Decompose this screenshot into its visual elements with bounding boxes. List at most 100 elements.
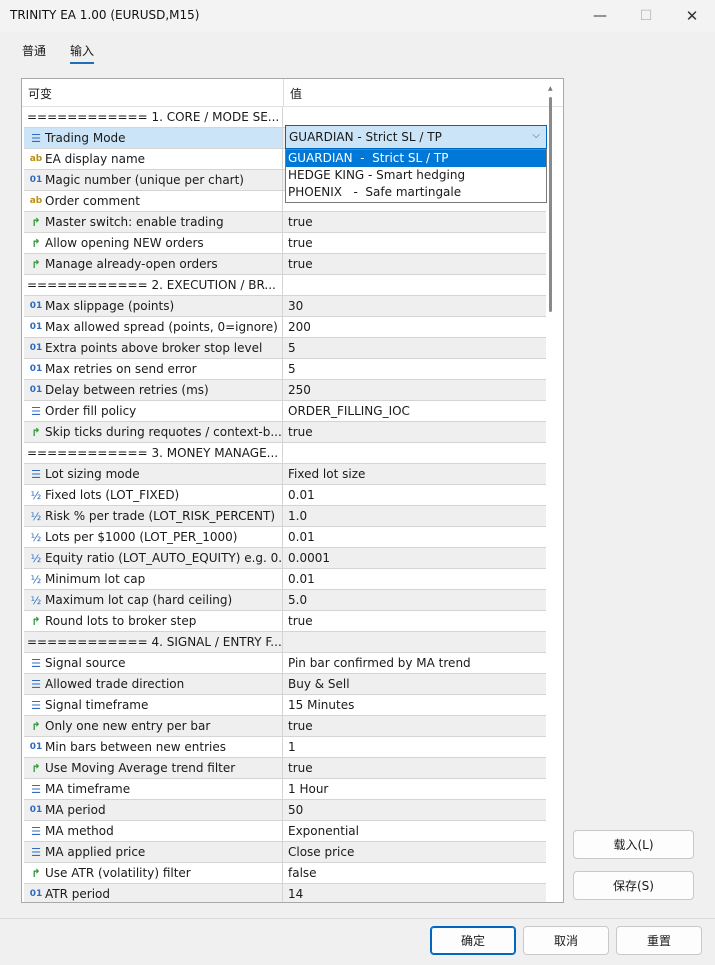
tab-inputs[interactable]: 输入 (70, 42, 95, 64)
parameter-row[interactable]: ☰ MA applied price Close price (24, 842, 546, 863)
parameter-row[interactable]: ☰ Signal timeframe 15 Minutes (24, 695, 546, 716)
close-icon[interactable]: ✕ (669, 0, 715, 32)
parameter-value[interactable]: true (284, 233, 546, 253)
parameter-row[interactable]: ½ Lots per $1000 (LOT_PER_1000) 0.01 (24, 527, 546, 548)
cancel-button[interactable]: 取消 (523, 926, 609, 955)
parameter-value[interactable]: 5.0 (284, 590, 546, 610)
parameter-row[interactable]: ☰ MA method Exponential (24, 821, 546, 842)
tab-general[interactable]: 普通 (22, 42, 46, 64)
parameter-value[interactable]: ORDER_FILLING_IOC (284, 401, 546, 421)
parameter-value[interactable]: 200 (284, 317, 546, 337)
parameter-value[interactable]: 0.01 (284, 527, 546, 547)
load-button[interactable]: 载入(L) (573, 830, 694, 859)
parameter-row[interactable]: 01 Max retries on send error 5 (24, 359, 546, 380)
parameter-value (284, 275, 546, 295)
parameter-value[interactable]: 1 Hour (284, 779, 546, 799)
ok-button[interactable]: 确定 (430, 926, 516, 955)
parameter-name: Max allowed spread (points, 0=ignore) (45, 320, 278, 334)
parameter-name: MA period (45, 803, 106, 817)
column-divider[interactable] (283, 79, 284, 107)
parameter-name-cell: 01 Max slippage (points) (24, 296, 283, 316)
parameter-row[interactable]: 01 ATR period 14 (24, 884, 546, 902)
section-separator-row[interactable]: ============ 3. MONEY MANAGE... (24, 443, 546, 464)
parameter-row[interactable]: ↱ Only one new entry per bar true (24, 716, 546, 737)
parameter-name-cell: ↱ Round lots to broker step (24, 611, 283, 631)
parameter-name-cell: ↱ Only one new entry per bar (24, 716, 283, 736)
boolean-type-icon: ↱ (31, 236, 41, 250)
parameter-row[interactable]: 01 Max slippage (points) 30 (24, 296, 546, 317)
parameter-value[interactable]: true (284, 716, 546, 736)
parameter-value[interactable]: Exponential (284, 821, 546, 841)
parameter-row[interactable]: ½ Minimum lot cap 0.01 (24, 569, 546, 590)
parameter-row[interactable]: ↱ Manage already-open orders true (24, 254, 546, 275)
parameter-value[interactable]: Buy & Sell (284, 674, 546, 694)
inputs-grid: 可变 值 ============ 1. CORE / MODE SE... ☰ T… (21, 78, 564, 903)
parameter-row[interactable]: ↱ Skip ticks during requotes / context-b.… (24, 422, 546, 443)
parameter-row[interactable]: 01 Extra points above broker stop level 5 (24, 338, 546, 359)
parameter-name: Order fill policy (45, 404, 137, 418)
parameter-value[interactable]: true (284, 758, 546, 778)
parameter-row[interactable]: ½ Risk % per trade (LOT_RISK_PERCENT) 1.0 (24, 506, 546, 527)
dropdown-option-guardian[interactable]: GUARDIAN - Strict SL / TP (286, 150, 546, 167)
parameter-value[interactable]: true (284, 254, 546, 274)
parameter-row[interactable]: ☰ Allowed trade direction Buy & Sell (24, 674, 546, 695)
parameter-value[interactable]: 14 (284, 884, 546, 902)
parameter-value[interactable]: 5 (284, 338, 546, 358)
parameter-row[interactable]: ↱ Use Moving Average trend filter true (24, 758, 546, 779)
minimize-icon[interactable]: — (577, 0, 623, 32)
parameter-name: Signal timeframe (45, 698, 149, 712)
maximize-icon: ☐ (639, 8, 653, 24)
parameter-value[interactable]: 1 (284, 737, 546, 757)
parameter-value[interactable]: 50 (284, 800, 546, 820)
parameter-name-cell: 01 Max allowed spread (points, 0=ignore) (24, 317, 283, 337)
parameter-row[interactable]: ↱ Round lots to broker step true (24, 611, 546, 632)
dropdown-option-hedge-king[interactable]: HEDGE KING - Smart hedging (286, 167, 546, 184)
parameter-row[interactable]: ☰ MA timeframe 1 Hour (24, 779, 546, 800)
parameter-value[interactable]: Close price (284, 842, 546, 862)
parameter-value[interactable]: 0.01 (284, 485, 546, 505)
parameter-row[interactable]: ½ Fixed lots (LOT_FIXED) 0.01 (24, 485, 546, 506)
parameter-row[interactable]: ☰ Signal source Pin bar confirmed by MA tr… (24, 653, 546, 674)
parameter-name: MA applied price (45, 845, 146, 859)
parameter-value[interactable]: false (284, 863, 546, 883)
parameter-value[interactable]: 30 (284, 296, 546, 316)
parameter-value[interactable]: Pin bar confirmed by MA trend (284, 653, 546, 673)
parameter-value[interactable]: Fixed lot size (284, 464, 546, 484)
save-button[interactable]: 保存(S) (573, 871, 694, 900)
parameter-row[interactable]: 01 Delay between retries (ms) 250 (24, 380, 546, 401)
parameter-name-cell: ab EA display name (24, 149, 283, 169)
parameter-row[interactable]: 01 Max allowed spread (points, 0=ignore) 2… (24, 317, 546, 338)
trading-mode-selected: GUARDIAN - Strict SL / TP (289, 130, 442, 144)
reset-button[interactable]: 重置 (616, 926, 702, 955)
section-separator-row[interactable]: ============ 4. SIGNAL / ENTRY F... (24, 632, 546, 653)
parameter-name: Risk % per trade (LOT_RISK_PERCENT) (45, 509, 276, 523)
trading-mode-combo[interactable]: GUARDIAN - Strict SL / TP ⌵ (285, 125, 547, 149)
column-header-value[interactable]: 值 (290, 85, 302, 102)
parameter-value[interactable]: 15 Minutes (284, 695, 546, 715)
parameter-row[interactable]: 01 Min bars between new entries 1 (24, 737, 546, 758)
parameter-row[interactable]: ↱ Use ATR (volatility) filter false (24, 863, 546, 884)
parameter-row[interactable]: ½ Equity ratio (LOT_AUTO_EQUITY) e.g. 0..… (24, 548, 546, 569)
parameter-value[interactable]: 250 (284, 380, 546, 400)
parameter-row[interactable]: ½ Maximum lot cap (hard ceiling) 5.0 (24, 590, 546, 611)
column-header-variable[interactable]: 可变 (28, 85, 52, 102)
parameter-row[interactable]: ☰ Order fill policy ORDER_FILLING_IOC (24, 401, 546, 422)
parameter-value[interactable]: 5 (284, 359, 546, 379)
parameter-value[interactable]: true (284, 422, 546, 442)
enum-list-icon: ☰ (31, 404, 41, 418)
parameter-row[interactable]: 01 MA period 50 (24, 800, 546, 821)
scroll-up-icon[interactable]: ▲ (548, 85, 553, 92)
parameter-row[interactable]: ↱ Master switch: enable trading true (24, 212, 546, 233)
chevron-down-icon[interactable]: ⌵ (532, 130, 540, 141)
parameter-value[interactable]: true (284, 212, 546, 232)
vertical-scrollbar[interactable] (549, 97, 552, 312)
parameter-row[interactable]: ☰ Lot sizing mode Fixed lot size (24, 464, 546, 485)
parameter-row[interactable]: ↱ Allow opening NEW orders true (24, 233, 546, 254)
parameter-value[interactable]: true (284, 611, 546, 631)
section-separator-row[interactable]: ============ 2. EXECUTION / BR... (24, 275, 546, 296)
parameter-value[interactable]: 0.01 (284, 569, 546, 589)
parameter-value[interactable]: 0.0001 (284, 548, 546, 568)
parameter-value[interactable]: 1.0 (284, 506, 546, 526)
integer-type-icon: 01 (29, 301, 43, 311)
dropdown-option-phoenix[interactable]: PHOENIX - Safe martingale (286, 184, 546, 201)
